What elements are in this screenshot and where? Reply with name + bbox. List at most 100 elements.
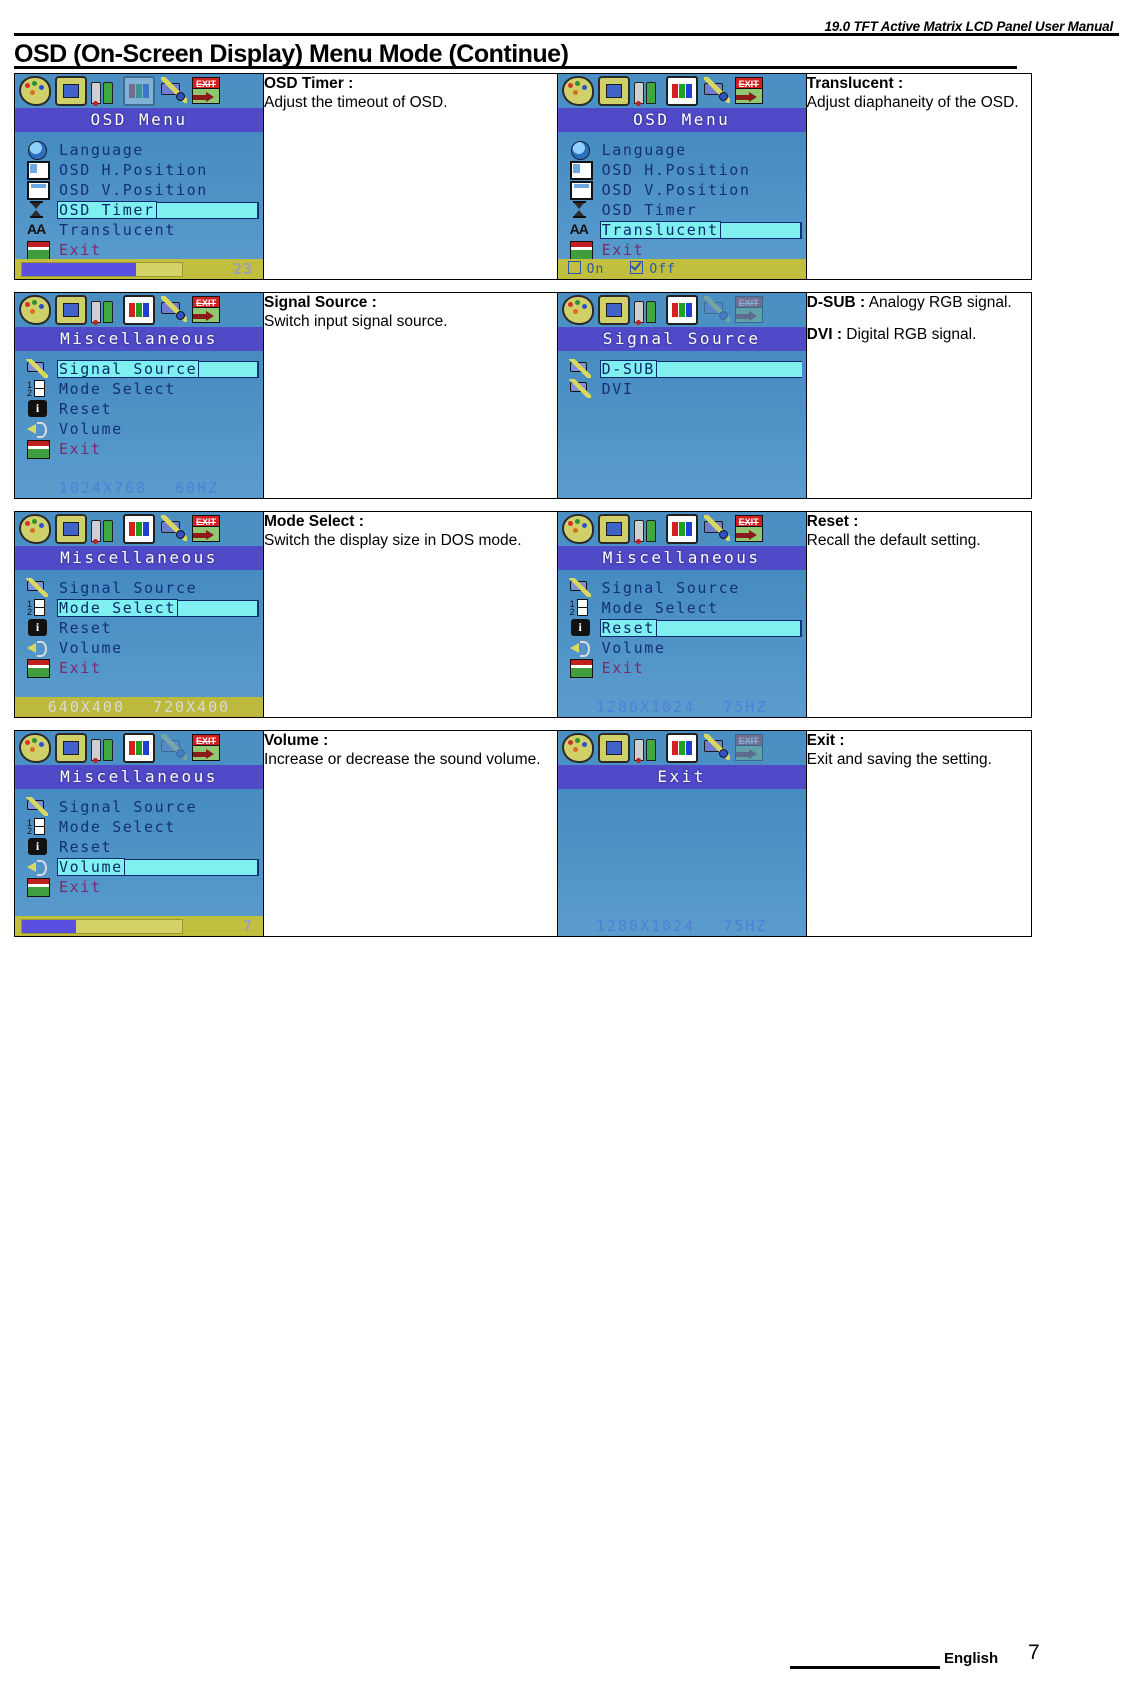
checkmark-icon — [630, 261, 644, 274]
menu-item-mode-select[interactable]: 12 Mode Select — [25, 598, 259, 618]
menu-item-mode-select[interactable]: 12 Mode Select — [25, 379, 259, 399]
exit-icon: EXIT — [734, 734, 763, 761]
osd-status-bar: 7 — [15, 916, 263, 936]
desc-term: Mode Select : — [264, 513, 364, 530]
v-position-icon — [27, 181, 50, 200]
speaker-icon — [27, 639, 49, 657]
osd-icon-bar: EXIT — [557, 74, 806, 108]
osd-screenshot-cell: EXIT Miscellaneous Signal Source 12 Mode… — [14, 511, 264, 718]
exit-icon: EXIT — [734, 515, 763, 542]
menu-item-exit[interactable]: Exit — [25, 658, 259, 678]
menu-item-volume[interactable]: Volume — [568, 638, 802, 658]
menu-item-d-sub[interactable]: D-SUB — [568, 359, 802, 379]
menu-item-signal-source[interactable]: Signal Source — [25, 359, 259, 379]
header-rule — [14, 33, 1119, 36]
menu-item-reset[interactable]: i Reset — [568, 618, 802, 638]
menu-item-osd-v-position[interactable]: OSD V.Position — [25, 180, 259, 200]
osd-status-bar: 23 — [15, 259, 263, 279]
desc-text: Analogy RGB signal. — [868, 294, 1012, 311]
menu-item-signal-source[interactable]: Signal Source — [25, 797, 259, 817]
menu-label: Exit — [601, 241, 645, 259]
menu-item-translucent[interactable]: AA Translucent — [568, 220, 802, 240]
menu-label: Exit — [59, 440, 102, 458]
description-cell: Translucent : Adjust diaphaneity of the … — [805, 73, 1033, 280]
option-off[interactable]: Off — [630, 261, 675, 277]
menu-item-exit[interactable]: Exit — [25, 240, 259, 260]
exit-icon: EXIT — [191, 77, 220, 104]
osd-timer-value: 23 — [232, 260, 253, 278]
option-on[interactable]: On — [567, 261, 605, 277]
menu-item-reset[interactable]: i Reset — [25, 399, 259, 419]
reset-info-icon: i — [28, 400, 47, 417]
menu-item-volume[interactable]: Volume — [25, 857, 259, 877]
desc-term: Translucent : — [806, 75, 904, 92]
osd-screen-signal-source-menu: EXIT Miscellaneous Signal Source 12 Mode… — [15, 293, 263, 498]
osd-letters-icon — [123, 733, 155, 763]
menu-item-signal-source[interactable]: Signal Source — [25, 578, 259, 598]
refresh-value: 720X400 — [153, 698, 231, 716]
position-icon — [597, 295, 630, 325]
menu-item-exit[interactable]: Exit — [25, 877, 259, 897]
table-row: EXIT Miscellaneous Signal Source 12 Mode… — [14, 730, 1033, 937]
menu-item-osd-h-position[interactable]: OSD H.Position — [568, 160, 802, 180]
miscellaneous-icon — [159, 734, 187, 761]
description-cell: OSD Timer : Adjust the timeout of OSD. — [263, 73, 558, 280]
menu-item-language[interactable]: Language — [25, 140, 259, 160]
description-cell: Exit : Exit and saving the setting. — [805, 730, 1033, 937]
mode-select-icon: 12 — [27, 380, 47, 398]
signal-source-icon — [26, 578, 49, 597]
menu-item-osd-v-position[interactable]: OSD V.Position — [568, 180, 802, 200]
menu-item-mode-select[interactable]: 12 Mode Select — [568, 598, 802, 618]
menu-item-exit[interactable]: Exit — [25, 439, 259, 459]
menu-item-volume[interactable]: Volume — [25, 419, 259, 439]
menu-item-exit[interactable]: Exit — [568, 658, 802, 678]
osd-menu-list: Language OSD H.Position OSD V.Position O… — [568, 140, 802, 260]
signal-source-icon — [568, 359, 592, 378]
description-cell: Signal Source : Switch input signal sour… — [263, 292, 558, 499]
menu-item-reset[interactable]: i Reset — [25, 837, 259, 857]
desc-text: Switch the display size in DOS mode. — [264, 532, 522, 549]
desc-text: Exit and saving the setting. — [806, 751, 992, 768]
menu-item-osd-timer[interactable]: OSD Timer — [25, 200, 259, 220]
v-position-icon — [569, 181, 593, 200]
osd-letters-icon — [665, 76, 698, 106]
manual-page: 19.0 TFT Active Matrix LCD Panel User Ma… — [0, 0, 1127, 1696]
h-position-icon — [27, 161, 50, 180]
osd-letters-icon — [123, 295, 155, 325]
volume-progress[interactable] — [21, 918, 183, 934]
menu-item-mode-select[interactable]: 12 Mode Select — [25, 817, 259, 837]
menu-label: Exit — [59, 659, 102, 677]
menu-label: Reset — [59, 619, 113, 637]
desc-text: Adjust the timeout of OSD. — [264, 94, 448, 111]
menu-item-dvi[interactable]: DVI — [568, 379, 802, 399]
menu-item-osd-timer[interactable]: OSD Timer — [568, 200, 802, 220]
row-spacer — [15, 718, 1032, 731]
position-icon — [55, 76, 87, 106]
osd-description-table: EXIT OSD Menu Language OSD H.Position OS… — [14, 73, 1033, 937]
menu-item-reset[interactable]: i Reset — [25, 618, 259, 638]
speaker-icon — [27, 858, 49, 876]
page-title: OSD (On-Screen Display) Menu Mode (Conti… — [14, 40, 569, 68]
desc-text: Adjust diaphaneity of the OSD. — [806, 94, 1019, 111]
menu-item-volume[interactable]: Volume — [25, 638, 259, 658]
miscellaneous-icon — [159, 77, 187, 104]
osd-icon-bar: EXIT — [15, 731, 263, 765]
menu-item-signal-source[interactable]: Signal Source — [568, 578, 802, 598]
menu-label: Signal Source — [59, 798, 198, 816]
row-spacer — [15, 499, 1032, 512]
osd-timer-progress[interactable] — [21, 261, 183, 277]
palette-icon — [19, 295, 51, 325]
palette-icon — [561, 295, 594, 325]
reset-info-icon: i — [28, 619, 47, 636]
miscellaneous-icon — [702, 77, 730, 104]
description-cell: Mode Select : Switch the display size in… — [263, 511, 558, 718]
menu-item-exit[interactable]: Exit — [568, 240, 802, 260]
globe-icon — [570, 141, 590, 160]
miscellaneous-icon — [702, 296, 730, 323]
menu-label: DVI — [601, 380, 634, 398]
osd-icon-bar: EXIT — [557, 293, 806, 327]
menu-item-language[interactable]: Language — [568, 140, 802, 160]
menu-item-translucent[interactable]: AA Translucent — [25, 220, 259, 240]
osd-screen-title: Miscellaneous — [15, 765, 263, 789]
menu-item-osd-h-position[interactable]: OSD H.Position — [25, 160, 259, 180]
